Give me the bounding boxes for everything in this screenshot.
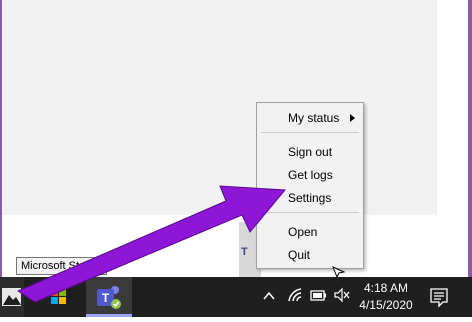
annotation-arrow-icon bbox=[16, 185, 287, 303]
